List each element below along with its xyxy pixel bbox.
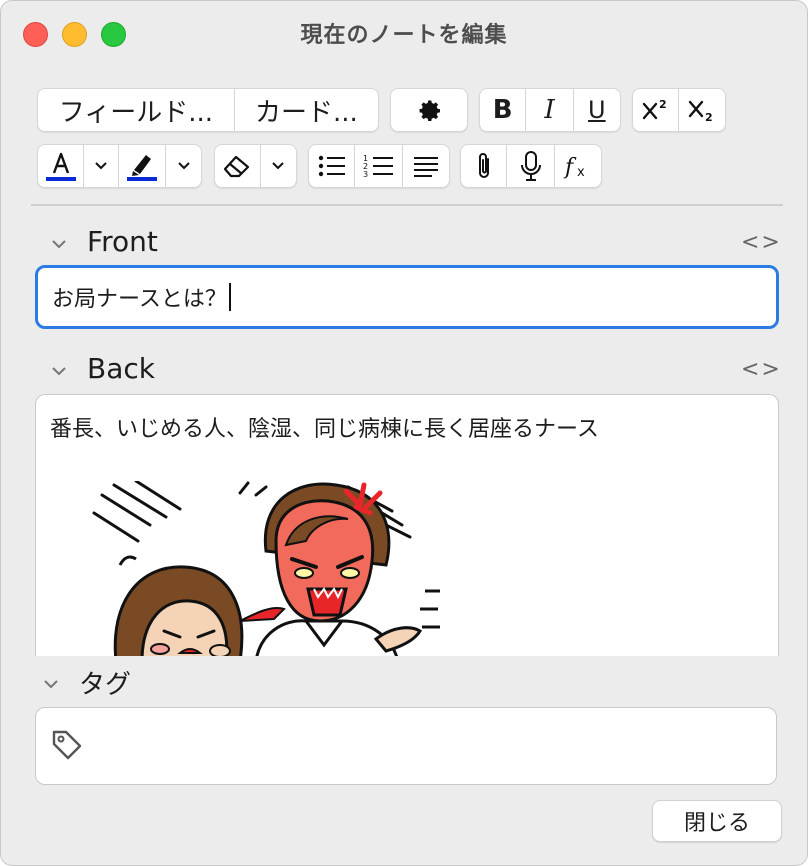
tags-label: タグ <box>79 670 132 700</box>
bold-button-label: B <box>492 95 513 125</box>
fields-cards-group: フィールド... カード... <box>37 88 379 132</box>
text-caret <box>228 283 231 311</box>
media-group: f x <box>460 144 602 188</box>
front-field-label: Front <box>87 225 158 258</box>
back-field-input[interactable]: 番長、いじめる人、陰湿、同じ病棟に長く居座るナース <box>35 394 779 656</box>
superscript-button[interactable]: 2 <box>633 89 680 131</box>
window-title: 現在のノートを編集 <box>300 23 508 48</box>
chevron-down-icon <box>95 162 107 170</box>
highlighter-icon <box>127 155 158 181</box>
close-button[interactable]: 閉じる <box>652 800 782 842</box>
edit-note-window: 現在のノートを編集 フィールド... カード... B I U 2 2 1 2 … <box>0 0 808 866</box>
record-audio-button[interactable] <box>507 145 555 187</box>
text-color-button[interactable] <box>38 145 85 187</box>
chevron-down-icon <box>272 162 285 170</box>
svg-text:3: 3 <box>363 170 368 179</box>
title-bar: 現在のノートを編集 <box>1 1 807 65</box>
close-window-button[interactable] <box>23 22 48 47</box>
close-button-label: 閉じる <box>683 811 750 836</box>
math-button[interactable]: f x <box>555 145 601 187</box>
underline-button-label: U <box>588 96 606 124</box>
html-toggle-icon[interactable]: <> <box>741 230 782 255</box>
function-icon: f x <box>563 155 585 180</box>
paperclip-icon <box>478 153 489 178</box>
eraser-icon <box>224 155 250 178</box>
svg-text:2: 2 <box>659 98 667 111</box>
text-style-group: B I U <box>479 88 621 132</box>
italic-button-label: I <box>544 95 555 125</box>
toolbar-divider <box>31 204 783 206</box>
align-left-icon <box>413 157 438 177</box>
svg-text:x: x <box>577 165 585 180</box>
numbered-list-button[interactable]: 1 2 3 <box>355 145 403 187</box>
subscript-icon: 2 <box>688 100 713 123</box>
attach-button[interactable] <box>461 145 508 187</box>
script-group: 2 2 <box>632 88 726 132</box>
html-toggle-icon[interactable]: <> <box>741 357 782 382</box>
eraser-group <box>214 144 297 188</box>
front-field-input[interactable]: お局ナースとは？ <box>35 265 779 329</box>
list-group: 1 2 3 <box>308 144 450 188</box>
subscript-button[interactable]: 2 <box>679 89 725 131</box>
zoom-window-button[interactable] <box>101 22 126 47</box>
svg-text:2: 2 <box>705 111 713 123</box>
microphone-icon <box>520 151 541 181</box>
back-field-text: 番長、いじめる人、陰湿、同じ病棟に長く居座るナース <box>50 417 599 442</box>
window-controls <box>23 22 126 47</box>
bold-button[interactable]: B <box>480 89 527 131</box>
tag-icon <box>52 730 82 760</box>
text-color-dropdown[interactable] <box>84 145 120 187</box>
chevron-down-icon <box>178 162 190 170</box>
bullet-list-button[interactable] <box>309 145 356 187</box>
fields-button[interactable]: フィールド... <box>38 89 235 131</box>
nurse-illustration <box>92 481 440 656</box>
cards-button[interactable]: カード... <box>235 89 378 131</box>
clear-format-dropdown[interactable] <box>261 145 296 187</box>
gear-icon <box>419 100 440 121</box>
svg-text:f: f <box>563 155 577 180</box>
clear-format-button[interactable] <box>215 145 261 187</box>
superscript-icon: 2 <box>642 98 667 120</box>
alignment-button[interactable] <box>403 145 449 187</box>
minimize-window-button[interactable] <box>62 22 87 47</box>
color-group <box>37 144 202 188</box>
back-field-label: Back <box>87 352 155 385</box>
italic-button[interactable]: I <box>526 89 574 131</box>
cards-button-label: カード... <box>255 97 358 128</box>
underline-button[interactable]: U <box>574 89 620 131</box>
front-field-text: お局ナースとは？ <box>52 287 227 312</box>
fields-button-label: フィールド... <box>58 97 214 128</box>
highlight-color-button[interactable] <box>119 145 167 187</box>
chevron-down-icon[interactable] <box>49 361 69 381</box>
text-color-icon <box>45 152 76 181</box>
chevron-down-icon[interactable] <box>41 674 61 694</box>
bullet-list-icon <box>318 155 345 177</box>
options-button[interactable] <box>390 88 468 132</box>
numbered-list-icon: 1 2 3 <box>363 154 393 179</box>
tags-input[interactable] <box>35 707 777 785</box>
highlight-color-dropdown[interactable] <box>166 145 201 187</box>
chevron-down-icon[interactable] <box>49 234 69 254</box>
